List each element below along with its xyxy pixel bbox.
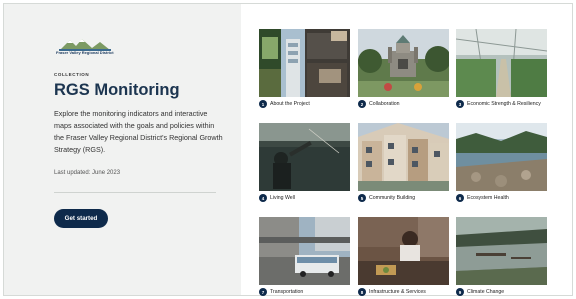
tile-number-badge: 2 [358, 100, 366, 108]
tile-climate-change[interactable]: 9 Climate Change [456, 217, 547, 299]
living-well-image [259, 123, 350, 191]
tile-economic-strength[interactable]: 3 Economic Strength & Resiliency [456, 29, 547, 111]
tile-transportation[interactable]: 7 Transportation [259, 217, 350, 299]
tile-number-badge: 7 [259, 288, 267, 296]
page-frame: Fraser Valley Regional District COLLECTI… [3, 3, 573, 296]
tile-label: Collaboration [369, 101, 400, 107]
tile-about-the-project[interactable]: 1 About the Project [259, 29, 350, 111]
townhouses-image [358, 123, 449, 191]
collection-label: COLLECTION [54, 72, 90, 77]
page-description: Explore the monitoring indicators and in… [54, 109, 223, 154]
tile-collaboration[interactable]: 2 Collaboration [358, 29, 449, 111]
tile-community-building[interactable]: 5 Community Building [358, 123, 449, 205]
tile-label: Economic Strength & Resiliency [467, 101, 541, 107]
about-project-image [259, 29, 350, 97]
tile-number-badge: 9 [456, 288, 464, 296]
divider [54, 192, 216, 193]
last-updated: Last updated: June 2023 [54, 170, 121, 176]
tile-label: Infrastructure & Services [369, 289, 426, 295]
intro-panel: Fraser Valley Regional District COLLECTI… [4, 4, 241, 295]
tile-infrastructure-services[interactable]: 8 Infrastructure & Services [358, 217, 449, 299]
tile-number-badge: 8 [358, 288, 366, 296]
tile-number-badge: 3 [456, 100, 464, 108]
get-started-button[interactable]: Get started [54, 209, 108, 228]
tile-number-badge: 1 [259, 100, 267, 108]
tile-number-badge: 5 [358, 194, 366, 202]
tile-number-badge: 4 [259, 194, 267, 202]
flooding-image [456, 217, 547, 285]
logo-text: Fraser Valley Regional District [56, 50, 114, 55]
collaboration-image [358, 29, 449, 97]
kitchen-image [358, 217, 449, 285]
tile-label: Community Building [369, 195, 416, 201]
page-title: RGS Monitoring [54, 81, 180, 99]
tile-label: About the Project [270, 101, 310, 107]
tile-label: Living Well [270, 195, 295, 201]
bus-image [259, 217, 350, 285]
river-image [456, 123, 547, 191]
tile-label: Transportation [270, 289, 304, 295]
greenhouse-image [456, 29, 547, 97]
tile-label: Climate Change [467, 289, 505, 295]
tile-ecosystem-health[interactable]: 6 Ecosystem Health [456, 123, 547, 205]
tile-number-badge: 6 [456, 194, 464, 202]
tile-label: Ecosystem Health [467, 195, 509, 201]
tile-living-well[interactable]: 4 Living Well [259, 123, 350, 205]
